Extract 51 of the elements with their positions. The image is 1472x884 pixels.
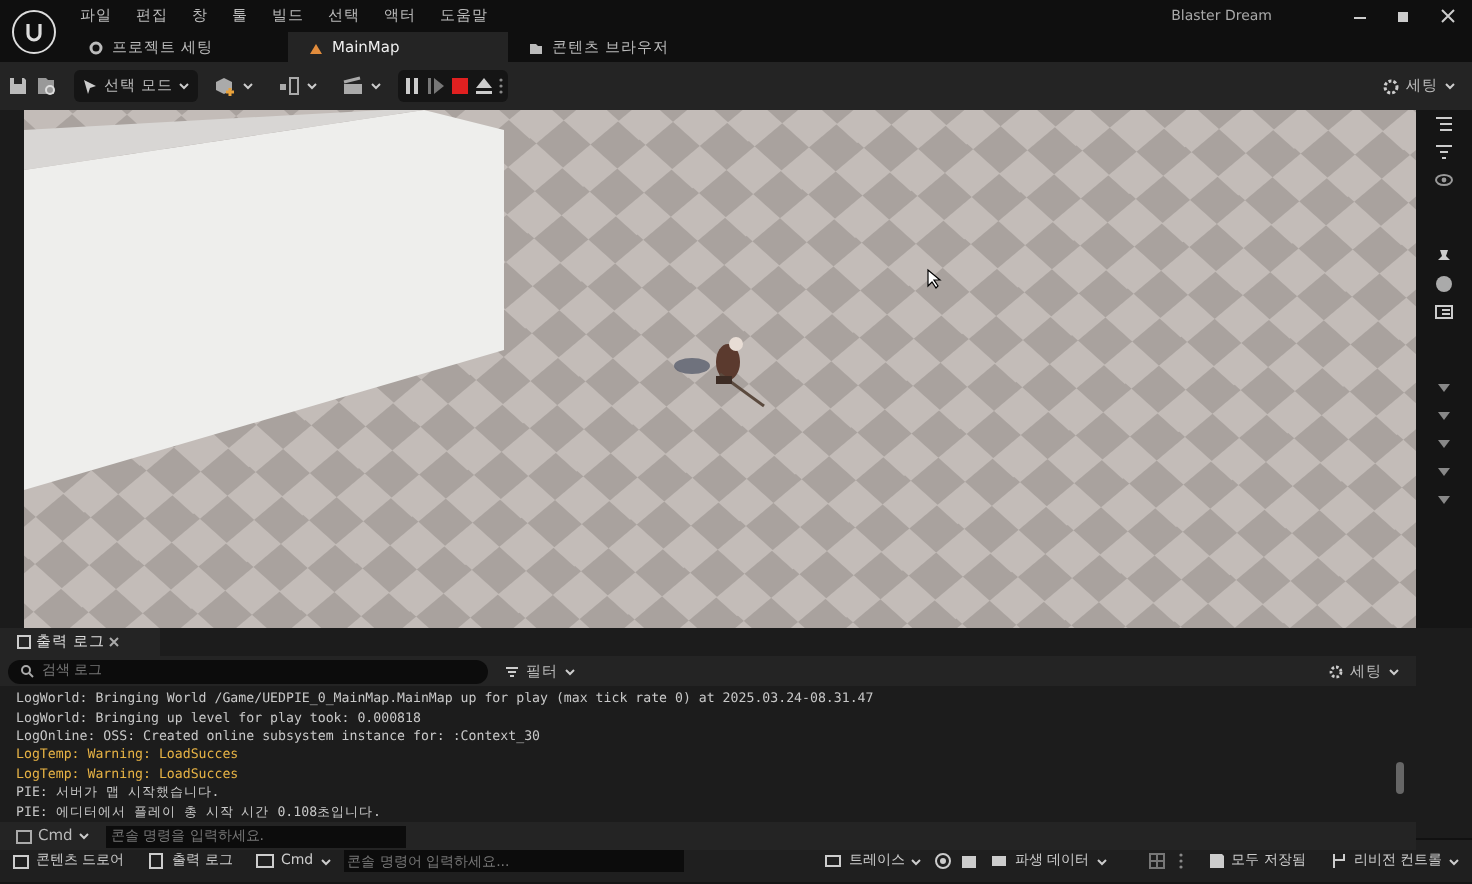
caret-icon	[1095, 855, 1108, 867]
maximize-icon[interactable]	[1396, 8, 1412, 24]
pause-icon[interactable]	[402, 76, 423, 96]
settings-icon	[88, 39, 104, 55]
stop-icon[interactable]	[450, 76, 471, 96]
terminal-icon	[16, 829, 32, 844]
more-icon[interactable]	[1177, 852, 1184, 870]
cmd-icon	[256, 852, 275, 870]
caret-icon	[1388, 665, 1400, 678]
caret-icon	[564, 665, 576, 678]
caret-icon	[78, 830, 91, 843]
caret-icon	[370, 80, 383, 92]
step-icon[interactable]	[426, 76, 447, 96]
close-icon[interactable]	[108, 636, 121, 648]
caret-icon	[178, 80, 191, 92]
save-icon	[1207, 852, 1226, 870]
grid-icon[interactable]	[1147, 852, 1166, 870]
trace-icon	[824, 852, 843, 870]
filter-icon	[504, 663, 520, 680]
caret-icon	[910, 855, 923, 867]
save-icon[interactable]	[8, 76, 28, 96]
clapper-icon	[342, 76, 365, 96]
log-icon	[16, 634, 32, 650]
caret-icon	[319, 855, 332, 867]
folder-icon	[528, 39, 544, 55]
caret-icon	[1448, 855, 1460, 867]
caret-icon	[1444, 80, 1456, 92]
blueprint-icon	[278, 76, 301, 96]
search-icon	[20, 664, 34, 679]
settings-icon	[1328, 663, 1344, 680]
browse-icon[interactable]	[36, 76, 58, 96]
record-icon[interactable]	[934, 852, 953, 870]
details-icon[interactable]	[1434, 302, 1454, 322]
caret-icon	[242, 80, 255, 92]
engine-logo-icon[interactable]	[12, 9, 56, 53]
caret-icon	[306, 80, 319, 92]
log-icon	[148, 852, 167, 870]
cursor-icon	[82, 78, 98, 94]
drawer-icon	[12, 852, 30, 870]
sphere-icon[interactable]	[1434, 274, 1454, 294]
source-icon	[1329, 852, 1348, 870]
mouse-cursor-icon	[926, 268, 942, 290]
filter-icon[interactable]	[1434, 142, 1454, 162]
settings-icon	[1382, 77, 1400, 95]
add-actor-icon	[214, 76, 237, 96]
level-icon	[308, 39, 324, 55]
eject-icon[interactable]	[474, 76, 495, 96]
scrollbar-thumb[interactable]	[1396, 762, 1404, 795]
outliner-icon[interactable]	[1434, 114, 1454, 134]
eye-icon[interactable]	[1434, 170, 1454, 190]
close-icon[interactable]	[1440, 8, 1456, 24]
